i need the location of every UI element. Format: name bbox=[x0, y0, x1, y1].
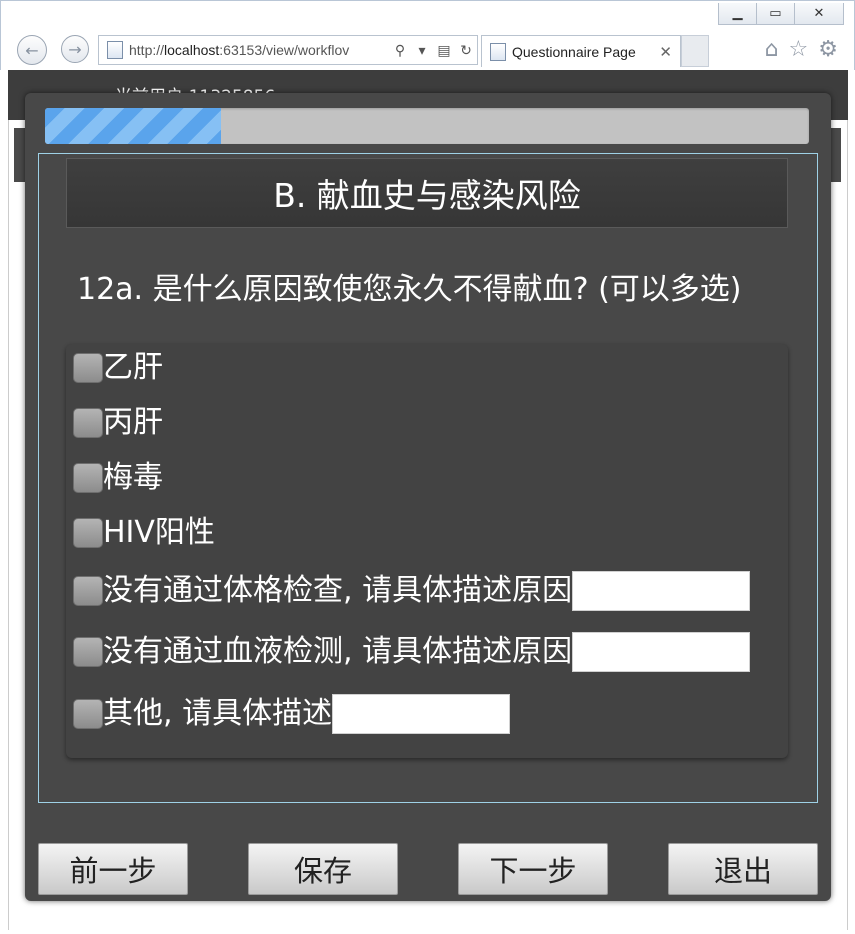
progress-fill bbox=[45, 108, 221, 144]
back-arrow-icon[interactable]: ← bbox=[17, 35, 47, 65]
question-frame: B. 献血史与感染风险 12a. 是什么原因致使您永久不得献血? (可以多选) … bbox=[38, 153, 818, 803]
option-failed-physical-exam[interactable]: 没有通过体格检查, 请具体描述原因 bbox=[73, 571, 751, 611]
option-label: 梅毒 bbox=[103, 460, 163, 495]
address-url[interactable]: http://localhost:63153/view/workflov bbox=[129, 42, 389, 58]
page-icon bbox=[107, 41, 123, 59]
reason-input[interactable] bbox=[572, 632, 751, 672]
option-hepatitis-c[interactable]: 丙肝 bbox=[73, 403, 163, 443]
close-icon[interactable]: ✕ bbox=[795, 3, 843, 24]
checkbox[interactable] bbox=[73, 518, 103, 548]
checkbox[interactable] bbox=[73, 408, 103, 438]
checkbox[interactable] bbox=[73, 353, 103, 383]
search-icon[interactable]: ⚲ bbox=[389, 42, 411, 59]
address-bar[interactable]: http://localhost:63153/view/workflov ⚲ ▾… bbox=[98, 35, 478, 65]
other-input[interactable] bbox=[332, 694, 511, 734]
save-button[interactable]: 保存 bbox=[248, 843, 398, 895]
refresh-icon[interactable]: ↻ bbox=[455, 42, 477, 59]
prev-button[interactable]: 前一步 bbox=[38, 843, 188, 895]
option-label: 没有通过血液检测, 请具体描述原因 bbox=[103, 634, 573, 669]
window-controls: ▁ ▭ ✕ bbox=[718, 3, 844, 25]
question-text: 12a. 是什么原因致使您永久不得献血? (可以多选) bbox=[77, 272, 742, 307]
minimize-icon[interactable]: ▁ bbox=[719, 3, 757, 24]
option-label: 丙肝 bbox=[103, 405, 163, 440]
checkbox[interactable] bbox=[73, 637, 103, 667]
option-syphilis[interactable]: 梅毒 bbox=[73, 458, 163, 498]
maximize-icon[interactable]: ▭ bbox=[757, 3, 795, 24]
gear-icon[interactable]: ⚙ bbox=[818, 37, 838, 62]
option-other[interactable]: 其他, 请具体描述 bbox=[73, 694, 511, 734]
section-title: B. 献血史与感染风险 bbox=[66, 158, 788, 228]
options-panel: 乙肝 丙肝 梅毒 HIV阳性 没有通过体格检查, 请具体描述原因 没有通过血液检… bbox=[66, 344, 788, 758]
exit-button[interactable]: 退出 bbox=[668, 843, 818, 895]
browser-chrome: ▁ ▭ ✕ ← → http://localhost:63153/view/wo… bbox=[0, 0, 855, 70]
checkbox[interactable] bbox=[73, 576, 103, 606]
compat-view-icon[interactable]: ▤ bbox=[433, 42, 455, 59]
option-hepatitis-b[interactable]: 乙肝 bbox=[73, 348, 163, 388]
checkbox[interactable] bbox=[73, 699, 103, 729]
reason-input[interactable] bbox=[572, 571, 751, 611]
option-failed-blood-test[interactable]: 没有通过血液检测, 请具体描述原因 bbox=[73, 632, 751, 672]
option-label: 乙肝 bbox=[103, 350, 163, 385]
progress-bar bbox=[45, 108, 809, 144]
tab-title: Questionnaire Page bbox=[512, 43, 636, 60]
new-tab-button[interactable] bbox=[681, 35, 709, 67]
next-button[interactable]: 下一步 bbox=[458, 843, 608, 895]
tab-questionnaire[interactable]: Questionnaire Page ✕ bbox=[481, 35, 681, 67]
option-hiv-positive[interactable]: HIV阳性 bbox=[73, 513, 215, 553]
dropdown-icon[interactable]: ▾ bbox=[411, 42, 433, 59]
star-icon[interactable]: ☆ bbox=[789, 37, 809, 62]
option-label: 其他, 请具体描述 bbox=[103, 696, 333, 731]
questionnaire-dialog: B. 献血史与感染风险 12a. 是什么原因致使您永久不得献血? (可以多选) … bbox=[25, 93, 831, 901]
forward-arrow-icon[interactable]: → bbox=[61, 35, 89, 63]
checkbox[interactable] bbox=[73, 463, 103, 493]
page-icon bbox=[490, 42, 506, 61]
option-label: 没有通过体格检查, 请具体描述原因 bbox=[103, 573, 573, 608]
tab-close-icon[interactable]: ✕ bbox=[659, 43, 672, 61]
home-icon[interactable]: ⌂ bbox=[765, 37, 779, 62]
toolbar-icons: ⌂ ☆ ⚙ bbox=[765, 37, 838, 62]
option-label: HIV阳性 bbox=[103, 515, 215, 550]
